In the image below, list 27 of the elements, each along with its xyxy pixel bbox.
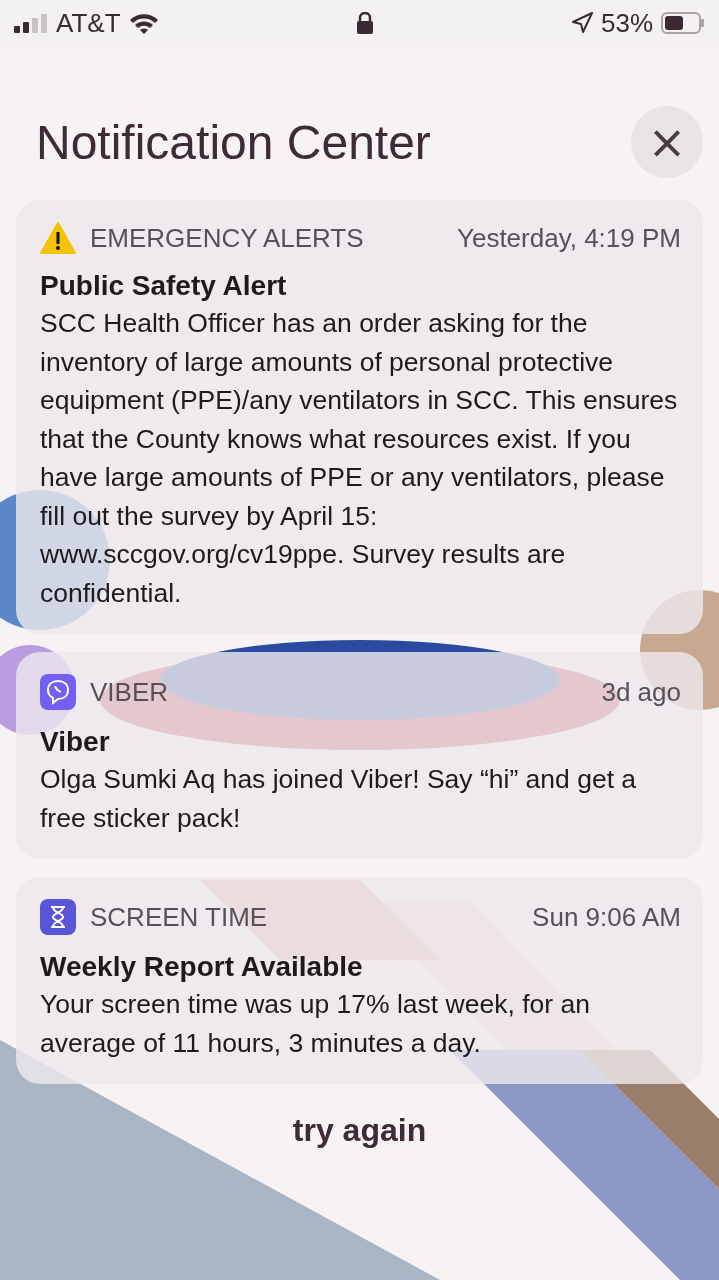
location-arrow-icon: [570, 12, 593, 34]
signal-icon: [14, 13, 48, 33]
notification-title: Weekly Report Available: [40, 951, 364, 983]
notification-card[interactable]: [16, 200, 703, 634]
notification-title: Viber: [40, 726, 111, 758]
app-name: EMERGENCY ALERTS: [90, 222, 365, 254]
chat-bubble-icon: [40, 674, 76, 710]
lock-icon: [355, 12, 374, 34]
notification-time: Sun 9:06 AM: [532, 901, 681, 933]
notification-card[interactable]: VIBER 3d ago Viber Olga Sumki Aq has joined Viber! Say “hi” and get a free sticker pack!: [16, 652, 703, 859]
hourglass-icon: [40, 899, 76, 935]
notification-body: SCC Health Officer has an order asking for the inventory of large amounts of personal protective equipment (PPE)/any ventilators in SCC. This ensures that the County knows what resources exist. If you have large amounts of PPE or any ventilators, please fill out the survey by April 15: www.sccgov.org/cv19ppe. Survey results are confidential.: [40, 307, 679, 610]
notification-card[interactable]: SCREEN TIME Sun 9:06 AM Weekly Report Available Your screen time was up 17% last week, for an average of 11 hours, 3 minutes a day.: [16, 877, 703, 1084]
wifi-icon: [128, 12, 159, 34]
notification-time: Yesterday, 4:19 PM: [456, 222, 681, 254]
notification-body: Olga Sumki Aq has joined Viber! Say “hi” and get a free sticker pack!: [40, 763, 638, 835]
app-name: VIBER: [90, 676, 170, 708]
page-title: Notification Center: [36, 114, 431, 170]
app-name: SCREEN TIME: [90, 901, 269, 933]
battery-icon: [661, 12, 705, 34]
try-again-text: try again: [292, 1112, 427, 1148]
carrier-name: AT&T: [56, 7, 121, 39]
battery-percentage: 53%: [600, 7, 653, 39]
notification-title: Public Safety Alert: [40, 270, 288, 302]
notification-body: Your screen time was up 17% last week, for an average of 11 hours, 3 minutes a day.: [40, 988, 591, 1060]
warning-icon: [40, 222, 76, 254]
notification-time: 3d ago: [601, 676, 681, 708]
